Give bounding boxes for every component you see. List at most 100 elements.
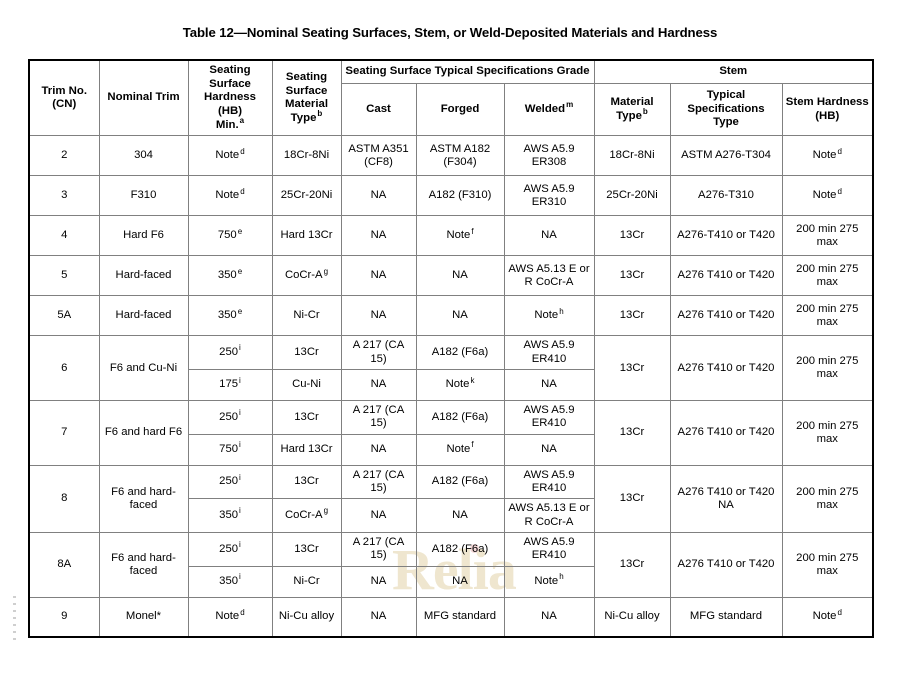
cell-seating-hardness-text: 750 (219, 443, 239, 456)
cell-trim-no: 7 (28, 400, 100, 466)
cell-forged: MFG standard (415, 596, 505, 638)
cell-stem-material-text: 13Cr (619, 309, 645, 322)
col-group-header-seating-surface-specs: Seating Surface Typical Specifications G… (340, 59, 595, 84)
cell-forged: NA (415, 255, 505, 297)
cell-stem-hardness: 200 min 275 max (781, 295, 874, 337)
col-header-stem-hardness: Stem Hardness (HB) (781, 82, 874, 137)
cell-stem-material-text: Ni-Cu alloy (604, 610, 660, 623)
cell-welded-text: NA (541, 378, 557, 391)
cell-welded-text: AWS A5.9 ER410 (523, 339, 575, 365)
cell-seating-material: 13Cr (271, 400, 342, 435)
cell-cast-text: NA (370, 378, 387, 391)
cell-trim-no-text: 6 (61, 361, 68, 374)
cell-nominal-trim-text: F6 and hard-faced (111, 551, 176, 577)
cell-welded: NA (503, 596, 595, 638)
col-group-header-stem: Stem (593, 59, 874, 84)
cell-stem-hardness: 200 min 275 max (781, 215, 874, 257)
cell-seating-hardness-footnote: i (239, 506, 241, 516)
cell-cast: NA (340, 565, 417, 598)
cell-stem-spec-text: A276 T410 or T420 (677, 269, 775, 282)
cell-cast-text: NA (370, 575, 387, 588)
cell-welded: Noteh (503, 295, 595, 337)
cell-seating-hardness-text: 175 (219, 378, 239, 391)
cell-seating-hardness-footnote: i (239, 572, 241, 582)
cell-stem-spec: A276 T410 or T420 NA (669, 464, 783, 534)
cell-trim-no-text: 5 (61, 269, 68, 282)
table-row: 8 F6 and hard-faced 250i 13Cr A 217 (CA 15) A… (28, 464, 874, 534)
sts-line3: Type (713, 116, 739, 129)
cell-forged-text: Note (446, 229, 471, 242)
cell-seating-hardness-text: 750 (217, 229, 237, 242)
materials-hardness-table: Trim No. (CN) Nominal Trim Seating Surfa… (28, 59, 875, 639)
cell-seating-material-text: 13Cr (294, 346, 319, 359)
cell-forged: NA (415, 565, 505, 598)
cell-seating-material-text: 13Cr (294, 542, 319, 555)
cell-cast: NA (340, 175, 417, 217)
cell-seating-hardness: 350i (187, 565, 273, 598)
cell-welded-text: AWS A5.13 E or R CoCr-A (508, 262, 590, 288)
cell-forged: Notef (415, 433, 505, 466)
cell-stem-spec: MFG standard (669, 596, 783, 638)
cell-stem-spec-text: MFG standard (689, 610, 763, 623)
sm-line4-text: Type (290, 111, 317, 124)
cell-seating-material-text: Hard 13Cr (280, 443, 333, 456)
cell-nominal-trim-text: 304 (134, 149, 153, 162)
cell-seating-material: Hard 13Cr (271, 433, 342, 466)
cell-trim-no: 9 (28, 596, 100, 638)
cell-nominal-trim-text: F310 (130, 189, 157, 202)
sts-line2: Specifications (687, 102, 765, 115)
cell-forged-text: NA (452, 309, 468, 322)
sth-line2: (HB) (815, 109, 840, 122)
cell-nominal-trim: F310 (98, 175, 189, 217)
cell-stem-hardness-footnote: d (837, 186, 842, 196)
cell-stem-material: 25Cr-20Ni (593, 175, 671, 217)
cell-stem-hardness-text: 200 min 275 max (796, 485, 859, 511)
cell-stem-hardness: Noted (781, 175, 874, 217)
cell-trim-no: 8A (28, 532, 100, 598)
cell-cast: A 217 (CA 15) (340, 464, 417, 500)
cell-cast: A 217 (CA 15) (340, 335, 417, 371)
cell-cast: NA (340, 369, 417, 402)
cell-cast-text: NA (370, 189, 387, 202)
sh-line4: Min.a (191, 116, 270, 133)
cell-trim-no-text: 8A (57, 558, 72, 571)
cell-seating-hardness-footnote: d (240, 146, 245, 156)
cell-stem-hardness: 200 min 275 max (781, 400, 874, 466)
cell-stem-material: Ni-Cu alloy (593, 596, 671, 638)
cell-seating-material: 13Cr (271, 335, 342, 371)
cell-seating-hardness: 250i (187, 464, 273, 500)
stm-line2: Typeb (597, 107, 668, 124)
cell-forged-footnote: f (471, 440, 474, 450)
cell-seating-hardness-text: Note (215, 610, 240, 623)
cell-seating-hardness-footnote: e (237, 306, 243, 316)
cell-stem-spec-text: A276-T410 or T420 (677, 229, 775, 242)
cell-forged-text: Note (446, 443, 471, 456)
cell-stem-material-text: 13Cr (619, 558, 645, 571)
cell-stem-hardness-text: 200 min 275 max (796, 419, 859, 445)
cell-forged-text: MFG standard (423, 610, 497, 623)
cell-seating-hardness-footnote: i (239, 440, 241, 450)
cell-seating-hardness-footnote: d (240, 607, 245, 617)
cell-stem-material: 13Cr (593, 335, 671, 402)
cell-trim-no: 8 (28, 464, 100, 534)
cell-seating-material-text: CoCr-A (284, 269, 323, 282)
cell-forged: Notek (415, 369, 505, 402)
cell-seating-material-text: 25Cr-20Ni (280, 189, 333, 202)
cell-nominal-trim: Hard F6 (98, 215, 189, 257)
cell-seating-material-text: Ni-Cu alloy (278, 610, 335, 623)
cell-seating-hardness-footnote: i (239, 407, 241, 417)
cell-welded: AWS A5.9 ER308 (503, 135, 595, 177)
cell-seating-hardness: 175i (187, 369, 273, 402)
cell-trim-no-text: 4 (61, 229, 68, 242)
cell-stem-hardness-footnote: d (837, 146, 842, 156)
cell-nominal-trim-text: F6 and Cu-Ni (109, 361, 178, 374)
cell-nominal-trim: Monel* (98, 596, 189, 638)
cell-seating-material-footnote: g (323, 266, 329, 276)
cell-cast: NA (340, 215, 417, 257)
cell-nominal-trim-text: Hard F6 (123, 229, 164, 242)
cell-stem-material: 13Cr (593, 532, 671, 598)
cell-forged: Notef (415, 215, 505, 257)
cell-cast-text: NA (370, 229, 387, 242)
cell-forged: NA (415, 295, 505, 337)
cell-welded: Noteh (503, 565, 595, 598)
